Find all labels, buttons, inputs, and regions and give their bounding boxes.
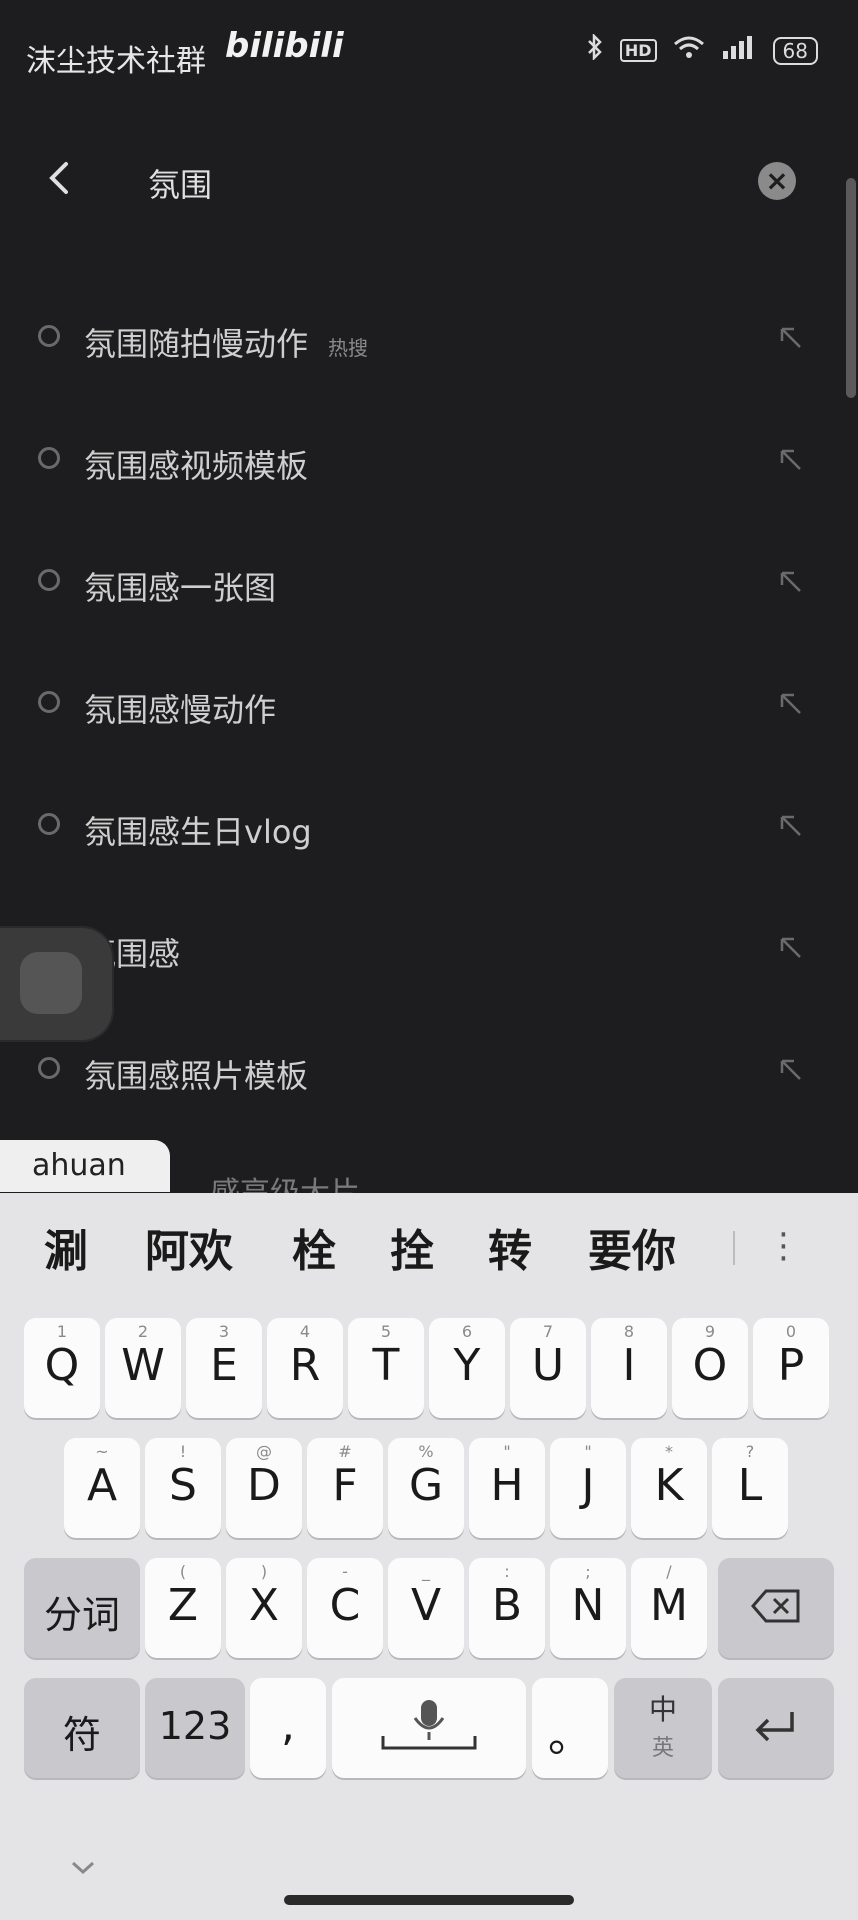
suggestion-text: 氛围随拍慢动作 [84, 325, 309, 363]
wifi-icon [673, 35, 705, 66]
key-n[interactable]: ; N [550, 1558, 626, 1658]
fill-arrow-icon[interactable] [778, 1057, 804, 1083]
key-i[interactable]: 8I [591, 1318, 667, 1418]
candidate-4[interactable]: 拴 [390, 1215, 434, 1279]
numbers-key[interactable]: 123 [145, 1678, 245, 1778]
key-l[interactable]: ? L [712, 1438, 788, 1538]
key-j[interactable]: " J [550, 1438, 626, 1538]
key-e[interactable]: 3E [186, 1318, 262, 1418]
search-input[interactable]: 氛围 [148, 160, 212, 206]
backspace-key[interactable] [718, 1558, 834, 1658]
key-a[interactable]: ~ A [64, 1438, 140, 1538]
battery-indicator: 68 [772, 36, 818, 65]
suggestion-text: 氛围感视频模板 [84, 447, 309, 485]
search-icon [38, 691, 60, 713]
suggestion-item[interactable]: 氛围感慢动作 [0, 661, 858, 783]
key-w[interactable]: 2W [105, 1318, 181, 1418]
status-icons: HD 68 [586, 32, 818, 67]
key-o[interactable]: 9O [672, 1318, 748, 1418]
key-m[interactable]: / M [631, 1558, 707, 1658]
suggestion-item[interactable]: 氛围感 [0, 905, 858, 1027]
fill-arrow-icon[interactable] [778, 325, 804, 351]
suggestion-text: 氛围感照片模板 [84, 1057, 309, 1095]
period-key[interactable]: 。 [532, 1678, 608, 1778]
bilibili-logo: bilibili [225, 26, 344, 66]
segment-key[interactable]: 分词 [24, 1558, 140, 1658]
candidate-3[interactable]: 栓 [292, 1215, 336, 1279]
search-icon [38, 813, 60, 835]
key-q[interactable]: 1Q [24, 1318, 100, 1418]
back-arrow-icon[interactable] [40, 158, 80, 198]
enter-key[interactable] [718, 1678, 834, 1778]
watermark-text: 沫尘技术社群 [26, 44, 206, 79]
symbols-key[interactable]: 符 [24, 1678, 140, 1778]
comma-key[interactable]: , [250, 1678, 326, 1778]
candidate-2[interactable]: 阿欢 [145, 1215, 233, 1279]
chevron-down-icon[interactable] [70, 1853, 96, 1883]
pinyin-composition: ahuan [0, 1140, 170, 1192]
candidate-1[interactable]: 涮 [44, 1215, 88, 1279]
status-bar: 沫尘技术社群 bilibili HD 68 [0, 0, 858, 100]
home-indicator[interactable] [284, 1895, 574, 1905]
suggestion-list: 氛围随拍慢动作 热搜 氛围感视频模板 氛围感一张图 氛围感慢动作 氛围感生日vlo… [0, 295, 858, 1149]
key-t[interactable]: 5T [348, 1318, 424, 1418]
search-icon [38, 569, 60, 591]
candidate-5[interactable]: 转 [488, 1215, 532, 1279]
key-f[interactable]: # F [307, 1438, 383, 1538]
candidate-bar: 涮 阿欢 栓 拴 转 要你 · · · [0, 1211, 858, 1281]
candidate-divider [733, 1231, 735, 1265]
search-icon [38, 447, 60, 469]
enter-icon [718, 1708, 834, 1753]
suggestion-item[interactable]: 氛围感视频模板 [0, 417, 858, 539]
key-v[interactable]: _ V [388, 1558, 464, 1658]
fill-arrow-icon[interactable] [778, 935, 804, 961]
key-r[interactable]: 4R [267, 1318, 343, 1418]
key-x[interactable]: ) X [226, 1558, 302, 1658]
space-key[interactable] [332, 1678, 526, 1778]
ime-keyboard: 涮 阿欢 栓 拴 转 要你 · · · 1Q 2W 3E 4R 5T 6Y 7U 8… [0, 1193, 858, 1920]
hd-icon: HD [619, 39, 657, 62]
hot-badge: 热搜 [328, 335, 369, 360]
key-z[interactable]: (Z [145, 1558, 221, 1658]
suggestion-item[interactable]: 氛围感一张图 [0, 539, 858, 661]
floating-ball-icon [20, 952, 82, 1014]
bluetooth-icon [586, 32, 604, 67]
fill-arrow-icon[interactable] [778, 569, 804, 595]
key-s[interactable]: ! S [145, 1438, 221, 1538]
search-icon [38, 1057, 60, 1079]
suggestion-item[interactable]: 氛围感照片模板 [0, 1027, 858, 1149]
suggestion-text: 氛围感生日vlog [84, 813, 312, 851]
fill-arrow-icon[interactable] [778, 691, 804, 717]
key-p[interactable]: 0P [753, 1318, 829, 1418]
search-icon [38, 325, 60, 347]
suggestion-item[interactable]: 氛围感生日vlog [0, 783, 858, 905]
key-c[interactable]: -C [307, 1558, 383, 1658]
key-b[interactable]: :B [469, 1558, 545, 1658]
key-y[interactable]: 6Y [429, 1318, 505, 1418]
key-h[interactable]: " H [469, 1438, 545, 1538]
key-u[interactable]: 7U [510, 1318, 586, 1418]
search-bar: 氛围 × [0, 140, 858, 220]
fill-arrow-icon[interactable] [778, 447, 804, 473]
key-g[interactable]: % G [388, 1438, 464, 1538]
suggestion-text: 氛围感一张图 [84, 569, 277, 607]
suggestion-text: 氛围感慢动作 [84, 691, 277, 729]
suggestion-item[interactable]: 氛围随拍慢动作 热搜 [0, 295, 858, 417]
candidate-6[interactable]: 要你 [588, 1215, 676, 1279]
key-k[interactable]: * K [631, 1438, 707, 1538]
signal-icon [721, 35, 757, 66]
key-d[interactable]: @ D [226, 1438, 302, 1538]
floating-ball[interactable] [0, 928, 112, 1040]
microphone-icon [332, 1696, 526, 1767]
clear-icon[interactable]: × [758, 162, 796, 200]
more-vertical-icon[interactable]: · · · [778, 1218, 789, 1276]
language-switch-key[interactable]: 中 英 [614, 1678, 712, 1778]
fill-arrow-icon[interactable] [778, 813, 804, 839]
backspace-icon [718, 1588, 834, 1633]
